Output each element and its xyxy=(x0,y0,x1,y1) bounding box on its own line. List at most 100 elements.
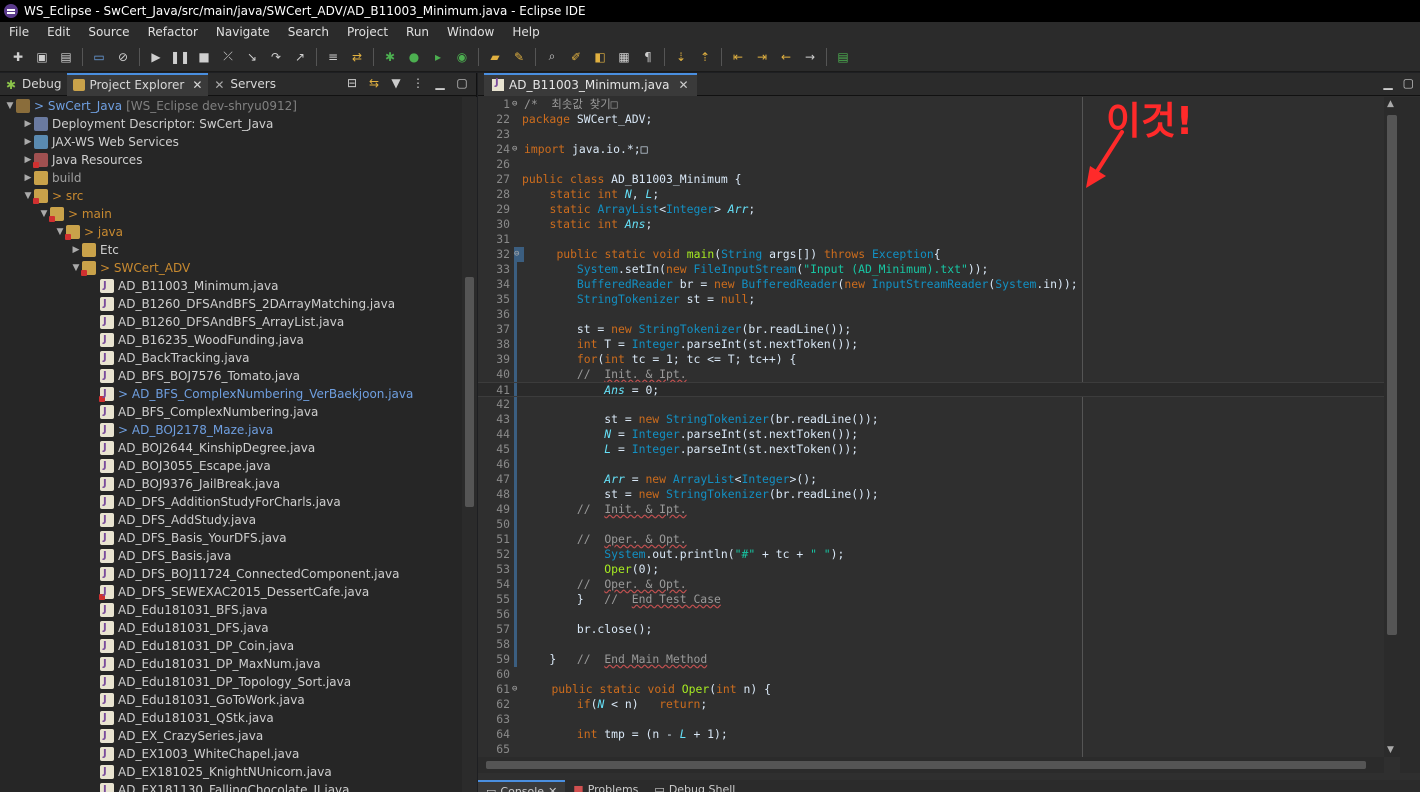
code-line[interactable]: 64 int tmp = (n - L + 1); xyxy=(478,727,1384,742)
code-line[interactable]: 58 xyxy=(478,637,1384,652)
code-line[interactable]: 56 xyxy=(478,607,1384,622)
chevron-right-icon[interactable]: ▶ xyxy=(22,169,34,187)
code-line[interactable]: 65 xyxy=(478,742,1384,757)
tree-file-row[interactable]: AD_BOJ3055_Escape.java xyxy=(0,457,462,475)
code-line[interactable]: 24 ⊖ import java.io.*;□ xyxy=(478,142,1384,157)
tree-file-row[interactable]: AD_Edu181031_DP_MaxNum.java xyxy=(0,655,462,673)
step-over-icon[interactable]: ↷ xyxy=(268,49,284,65)
tree-file-row[interactable]: AD_BFS_BOJ7576_Tomato.java xyxy=(0,367,462,385)
tree-file-row[interactable]: AD_DFS_AdditionStudyForCharls.java xyxy=(0,493,462,511)
tree-file-row[interactable]: AD_EX_CrazySeries.java xyxy=(0,727,462,745)
open-perspective-icon[interactable]: ▤ xyxy=(835,49,851,65)
tree-row-jaxws[interactable]: ▶ JAX-WS Web Services xyxy=(0,133,462,151)
tree-row-deployment-descriptor[interactable]: ▶ Deployment Descriptor: SwCert_Java xyxy=(0,115,462,133)
tree-file-row[interactable]: AD_EX1003_WhiteChapel.java xyxy=(0,745,462,763)
maximize-icon[interactable]: ▢ xyxy=(454,76,470,90)
block-selection-icon[interactable]: ▦ xyxy=(616,49,632,65)
prev-annotation-icon[interactable]: ⇡ xyxy=(697,49,713,65)
open-type-icon[interactable]: ⌕ xyxy=(544,49,560,65)
scroll-thumb[interactable] xyxy=(486,761,1366,769)
overview-ruler[interactable] xyxy=(1400,97,1420,773)
next-annotation-icon[interactable]: ⇣ xyxy=(673,49,689,65)
menu-run[interactable]: Run xyxy=(397,22,438,42)
fold-icon[interactable]: ⊖ xyxy=(514,247,524,262)
tree-file-row[interactable]: AD_EX181130_FallingChocolate_II.java xyxy=(0,781,462,792)
last-edit-icon[interactable]: ⇤ xyxy=(730,49,746,65)
tree-file-row[interactable]: AD_DFS_SEWEXAC2015_DessertCafe.java xyxy=(0,583,462,601)
tree-file-row[interactable]: AD_B11003_Minimum.java xyxy=(0,277,462,295)
code-line[interactable]: 26 xyxy=(478,157,1384,172)
scroll-down-icon[interactable]: ▼ xyxy=(1387,745,1394,755)
tree-file-row[interactable]: AD_BOJ9376_JailBreak.java xyxy=(0,475,462,493)
chevron-right-icon[interactable]: ▶ xyxy=(70,241,82,259)
menu-edit[interactable]: Edit xyxy=(38,22,79,42)
menu-file[interactable]: File xyxy=(0,22,38,42)
fold-icon[interactable]: ⊖ xyxy=(512,97,522,112)
close-icon[interactable]: ✕ xyxy=(678,78,688,92)
tree-file-row[interactable]: AD_DFS_Basis.java xyxy=(0,547,462,565)
tab-debug-shell[interactable]: ▭ Debug Shell xyxy=(646,780,743,792)
menu-project[interactable]: Project xyxy=(338,22,397,42)
step-into-icon[interactable]: ↘ xyxy=(244,49,260,65)
tree-file-row[interactable]: AD_BFS_ComplexNumbering.java xyxy=(0,403,462,421)
code-line[interactable]: 60 xyxy=(478,667,1384,682)
code-line[interactable]: 40 // Init. & Ipt. xyxy=(478,367,1384,382)
external-tools-icon[interactable]: ◉ xyxy=(454,49,470,65)
code-line[interactable]: 35 StringTokenizer st = null; xyxy=(478,292,1384,307)
code-line[interactable]: 44 N = Integer.parseInt(st.nextToken()); xyxy=(478,427,1384,442)
forward-icon[interactable]: → xyxy=(802,49,818,65)
open-folder-icon[interactable]: ▰ xyxy=(487,49,503,65)
tree-file-row[interactable]: AD_Edu181031_DFS.java xyxy=(0,619,462,637)
resume-icon[interactable]: ▶ xyxy=(148,49,164,65)
terminate-icon[interactable]: ■ xyxy=(196,49,212,65)
tree-file-row[interactable]: AD_BOJ2644_KinshipDegree.java xyxy=(0,439,462,457)
minimize-icon[interactable]: ▁ xyxy=(1383,76,1392,90)
code-line[interactable]: 50 xyxy=(478,517,1384,532)
menu-help[interactable]: Help xyxy=(503,22,548,42)
editor-horizontal-scrollbar[interactable] xyxy=(478,757,1384,773)
code-line[interactable]: 55 } // End Test Case xyxy=(478,592,1384,607)
scroll-thumb[interactable] xyxy=(465,277,474,507)
whitespace-icon[interactable]: ¶ xyxy=(640,49,656,65)
code-line[interactable]: 53 Oper(0); xyxy=(478,562,1384,577)
code-line[interactable]: 29 static ArrayList<Integer> Arr; xyxy=(478,202,1384,217)
tree-file-row[interactable]: AD_DFS_Basis_YourDFS.java xyxy=(0,529,462,547)
fold-icon[interactable]: ⊖ xyxy=(512,142,522,157)
highlight-icon[interactable]: ✐ xyxy=(568,49,584,65)
tree-row-java-resources[interactable]: ▶ Java Resources xyxy=(0,151,462,169)
tab-console[interactable]: ▭ Console ✕ xyxy=(478,780,566,792)
code-line[interactable]: 59 } // End Main Method xyxy=(478,652,1384,667)
run-config-icon[interactable]: ▸ xyxy=(430,49,446,65)
tree-row-swcert-adv[interactable]: ▼ > SWCert_ADV xyxy=(0,259,462,277)
new-icon[interactable]: ✚ xyxy=(10,49,26,65)
chevron-down-icon[interactable]: ▼ xyxy=(4,97,16,115)
code-line[interactable]: 41 Ans = 0; xyxy=(478,382,1384,397)
pencil-icon[interactable]: ✎ xyxy=(511,49,527,65)
debug-icon[interactable]: ✱ xyxy=(382,49,398,65)
tree-file-row[interactable]: AD_DFS_AddStudy.java xyxy=(0,511,462,529)
code-line[interactable]: 33 System.setIn(new FileInputStream("Inp… xyxy=(478,262,1384,277)
menu-window[interactable]: Window xyxy=(438,22,503,42)
editor-vertical-scrollbar[interactable]: ▲ ▼ xyxy=(1384,97,1400,757)
code-line[interactable]: 61 ⊖ public static void Oper(int n) { xyxy=(478,682,1384,697)
code-line[interactable]: 27 public class AD_B11003_Minimum { xyxy=(478,172,1384,187)
tree-row-build[interactable]: ▶ build xyxy=(0,169,462,187)
minimize-icon[interactable]: ▁ xyxy=(432,76,448,90)
code-editor[interactable]: 1 ⊖/* 최솟값 찾기□ 22 package SWCert_ADV; 23 24 ⊖ im… xyxy=(478,97,1384,757)
code-line[interactable]: 63 xyxy=(478,712,1384,727)
tree-row-java[interactable]: ▼ > java xyxy=(0,223,462,241)
left-vertical-scrollbar[interactable] xyxy=(462,97,477,792)
code-line[interactable]: 45 L = Integer.parseInt(st.nextToken()); xyxy=(478,442,1384,457)
tree-file-row[interactable]: AD_Edu181031_QStk.java xyxy=(0,709,462,727)
code-line[interactable]: 48 st = new StringTokenizer(br.readLine(… xyxy=(478,487,1384,502)
code-line[interactable]: 52 System.out.println("#" + tc + " "); xyxy=(478,547,1384,562)
forward-edit-icon[interactable]: ⇥ xyxy=(754,49,770,65)
code-line[interactable]: 39 for(int tc = 1; tc <= T; tc++) { xyxy=(478,352,1384,367)
collapse-all-icon[interactable]: ⊟ xyxy=(344,76,360,90)
step-return-icon[interactable]: ↗ xyxy=(292,49,308,65)
tree-file-row[interactable]: AD_DFS_BOJ11724_ConnectedComponent.java xyxy=(0,565,462,583)
tree-file-row[interactable]: > AD_BFS_ComplexNumbering_VerBaekjoon.ja… xyxy=(0,385,462,403)
link-editor-icon[interactable]: ⇆ xyxy=(366,76,382,90)
code-line[interactable]: 32 ⊖ public static void main(String args[… xyxy=(478,247,1384,262)
editor-tab-active[interactable]: AD_B11003_Minimum.java ✕ xyxy=(484,72,697,96)
